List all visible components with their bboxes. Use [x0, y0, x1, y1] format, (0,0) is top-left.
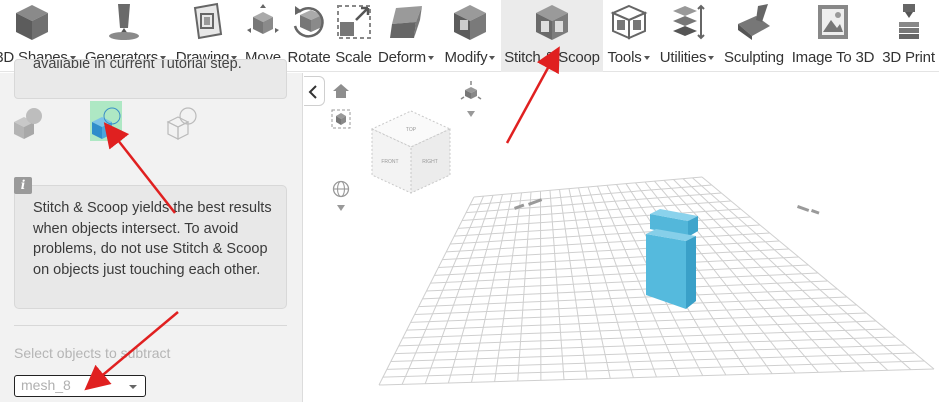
subtract-object-select[interactable]: mesh_8 — [14, 375, 146, 397]
toolbar-label: 3D Print — [882, 49, 935, 66]
toolbar-image-to-3d[interactable]: Image To 3D — [788, 0, 878, 72]
move-icon — [247, 4, 279, 34]
chevron-down-icon[interactable] — [337, 205, 345, 211]
toolbar-tools[interactable]: Tools — [603, 0, 654, 72]
scoop-mode-icon[interactable] — [90, 101, 122, 141]
toolbar-scale[interactable]: Scale — [334, 0, 373, 72]
toolbar-label: Utilities — [659, 49, 707, 66]
grid-line — [378, 368, 935, 386]
rotate-icon — [293, 6, 324, 38]
toolbar-label: Tools — [607, 49, 642, 66]
stitch-mode-icon[interactable] — [12, 101, 44, 141]
info-text: Stitch & Scoop yields the best results w… — [33, 200, 272, 279]
sculpting-icon — [738, 4, 770, 40]
grid-line — [410, 304, 857, 323]
grid-line — [422, 280, 828, 300]
globe-icon[interactable] — [332, 180, 350, 198]
toolbar-utilities[interactable]: Utilities — [654, 0, 720, 72]
select-value: mesh_8 — [21, 377, 71, 393]
divider — [14, 325, 287, 326]
grid-line — [382, 360, 925, 378]
chevron-down-icon — [129, 385, 137, 389]
drawing-icon — [193, 2, 223, 40]
view-cube-top-label: TOP — [406, 127, 417, 133]
grid-line — [390, 344, 906, 362]
collapse-panel-button[interactable] — [304, 76, 325, 106]
toolbar-sculpting[interactable]: Sculpting — [720, 0, 788, 72]
info-box: Stitch & Scoop yields the best results w… — [14, 185, 287, 309]
grid-line — [682, 178, 889, 371]
3d-viewport[interactable]: TOP FRONT RIGHT — [304, 73, 939, 402]
view-cube-right-label: RIGHT — [422, 159, 438, 165]
grid-line — [386, 352, 915, 370]
axes-icon[interactable] — [459, 81, 483, 103]
toolbar-label: Scale — [335, 49, 372, 66]
deform-icon — [390, 6, 422, 38]
toolbar-rotate[interactable]: Rotate — [284, 0, 334, 72]
grid-line — [701, 176, 935, 370]
info-icon: i — [14, 177, 32, 194]
toolbar-modify[interactable]: Modify — [439, 0, 501, 72]
cube-icon — [16, 5, 48, 40]
grid-line — [402, 320, 877, 339]
toolbar-label: Stitch & Scoop — [504, 49, 600, 66]
view-cube[interactable]: TOP FRONT RIGHT — [366, 107, 456, 207]
grid-line — [394, 336, 896, 355]
view-cube-front-label: FRONT — [381, 159, 398, 165]
chevron-left-icon — [308, 85, 317, 99]
tools-icon — [610, 4, 648, 40]
mesh-object[interactable] — [646, 209, 698, 309]
grid-line — [406, 312, 867, 331]
toolbar-label: Sculpting — [724, 49, 784, 66]
tutorial-notice: available in current Tutorial step. — [14, 59, 287, 99]
toolbar-3d-print[interactable]: 3D Print — [878, 0, 939, 72]
3d-print-icon — [899, 4, 919, 39]
toolbar-stitch-scoop[interactable]: Stitch & Scoop — [501, 0, 603, 72]
home-icon[interactable] — [332, 83, 350, 99]
toolbar-deform[interactable]: Deform — [373, 0, 439, 72]
stitch-scoop-panel: available in current Tutorial step. Stit… — [0, 59, 303, 402]
grid-line — [418, 288, 838, 308]
grid-line — [398, 328, 886, 347]
tutorial-notice-text: available in current Tutorial step. — [33, 59, 242, 72]
select-objects-label: Select objects to subtract — [14, 345, 171, 361]
stitch-scoop-icon — [536, 5, 568, 40]
toolbar-label: Rotate — [287, 49, 331, 66]
scale-icon — [337, 5, 371, 39]
modify-icon — [454, 5, 486, 40]
subtract-mode-icon[interactable] — [166, 101, 198, 141]
toolbar-label: Modify — [444, 49, 488, 66]
toolbar-label: Image To 3D — [791, 49, 875, 66]
image-to-3d-icon — [818, 5, 848, 39]
generator-icon — [109, 4, 139, 40]
grid-line — [426, 272, 819, 292]
chevron-down-icon[interactable] — [467, 111, 475, 117]
toolbar-label: Deform — [378, 49, 426, 66]
fit-view-icon[interactable] — [331, 109, 351, 129]
utilities-icon — [673, 4, 705, 40]
grid-line — [414, 296, 848, 315]
